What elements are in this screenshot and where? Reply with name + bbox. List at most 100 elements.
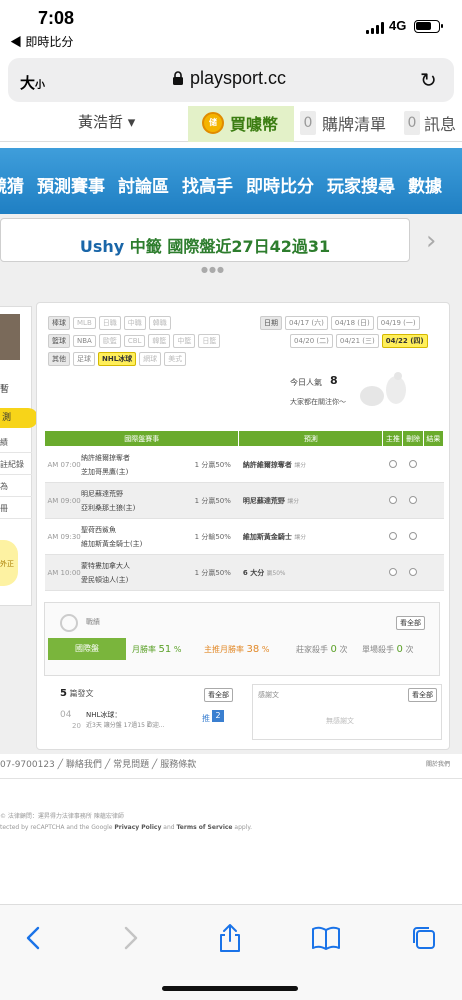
delete-radio[interactable]	[409, 567, 418, 576]
sidebar-item[interactable]: 為	[0, 476, 32, 497]
chevron-right-icon[interactable]: ›	[426, 226, 436, 256]
footer-links[interactable]: 07-9700123 ╱ 聯絡我們 ╱ 常見問題 ╱ 服務條款	[0, 757, 196, 770]
filter-tag[interactable]: 日職	[98, 316, 121, 330]
main-pick-radio[interactable]	[388, 567, 397, 576]
delete-cell	[402, 518, 424, 555]
back-to-app-link[interactable]: ◀ 即時比分	[10, 33, 73, 50]
stat-label: 月勝率	[132, 645, 156, 654]
filter-tag[interactable]: 歐籃	[98, 334, 121, 348]
main-pick-radio[interactable]	[388, 495, 397, 504]
nav-item[interactable]: 競猜	[0, 177, 24, 197]
main-pick-cell	[382, 554, 403, 591]
reload-icon[interactable]: ↻	[420, 68, 437, 92]
away-team: 聖荷西鯊魚	[80, 525, 116, 534]
filter-tag-active[interactable]: NHL冰球	[98, 352, 137, 366]
match-odds: 1 分輸50%	[182, 518, 239, 555]
date-tab-active[interactable]: 04/22 (四)	[381, 334, 428, 348]
nav-item[interactable]: 預測賽事	[37, 177, 105, 197]
post-summary[interactable]: 近3天 讓分盤 17過15 歡迎...	[86, 720, 165, 729]
post-day: 20	[72, 722, 81, 730]
about-us-link[interactable]: 關於我們	[426, 759, 450, 768]
main-pick-cell	[382, 518, 403, 555]
date-label: 日期	[260, 316, 282, 330]
main-pick-radio[interactable]	[388, 459, 397, 468]
user-menu[interactable]: 黃浩哲 ▾	[78, 111, 135, 132]
text-size-large: 大	[20, 75, 36, 92]
filter-tag[interactable]: 韓籃	[148, 334, 171, 348]
match-odds: 1 分贏50%	[182, 554, 239, 591]
home-team: 亞利桑那土狼(主)	[80, 503, 136, 512]
home-team: 芝加哥黑鷹(主)	[80, 467, 129, 476]
date-tab[interactable]: 04/20 (二)	[290, 334, 333, 348]
avatar[interactable]	[0, 314, 20, 360]
prediction-note: 讓分	[294, 462, 307, 469]
date-tab[interactable]: 04/18 (日)	[330, 316, 374, 330]
privacy-policy-link[interactable]: Privacy Policy	[114, 824, 161, 831]
record-see-all-button[interactable]: 看全部	[396, 616, 425, 630]
delete-radio[interactable]	[409, 495, 418, 504]
filter-tag[interactable]: 中職	[123, 316, 146, 330]
posts-title-text: 篇發文	[69, 689, 94, 698]
match-odds: 1 分贏50%	[182, 446, 239, 483]
posts-count: 5	[60, 688, 67, 699]
tabs-icon[interactable]	[408, 922, 440, 954]
sidebar-item-active[interactable]: 測	[0, 408, 38, 428]
cart-link[interactable]: 購牌清單	[322, 111, 386, 135]
nav-item[interactable]: 玩家搜尋	[327, 177, 395, 197]
main-pick-radio[interactable]	[388, 531, 397, 540]
table-row: AM 10:00 蒙特婁加拿大人 愛民頓油人(主) 1 分贏50% 6 大分 贏5…	[44, 554, 444, 591]
footer-divider	[0, 778, 462, 779]
filter-tag[interactable]: 美式	[164, 352, 187, 366]
filter-tag[interactable]: 網球	[139, 352, 162, 366]
ticker-user: Ushy	[79, 237, 125, 256]
filter-label: 棒球	[48, 316, 70, 330]
url-text[interactable]: playsport.cc	[190, 68, 286, 89]
thanks-see-all-button[interactable]: 看全部	[408, 688, 437, 702]
col-header-delete: 刪除	[402, 430, 424, 447]
sidebar-item[interactable]: 冊	[0, 498, 32, 519]
back-icon[interactable]	[18, 922, 50, 954]
share-icon[interactable]	[214, 922, 246, 954]
follow-text: 大家都在關注你～	[290, 398, 346, 406]
lightbulb-label: 外正	[0, 560, 14, 568]
thanks-title: 感謝文	[258, 691, 279, 699]
buy-coin-label[interactable]: 買噱幣	[230, 111, 278, 135]
filter-tag[interactable]: MLB	[73, 317, 96, 329]
bookmarks-icon[interactable]	[310, 922, 342, 954]
date-tab[interactable]: 04/21 (三)	[335, 334, 379, 348]
sidebar-item[interactable]: 註紀錄	[0, 454, 32, 475]
date-tab[interactable]: 04/19 (一)	[376, 316, 420, 330]
text-size-button[interactable]: 大小	[20, 72, 45, 93]
delete-radio[interactable]	[409, 531, 418, 540]
footer-recaptcha: tected by reCAPTCHA and the Google Priva…	[0, 824, 252, 831]
main-pick-cell	[382, 446, 403, 483]
ticker-text[interactable]: Ushy 中籤 國際盤近27日42過31	[0, 233, 410, 257]
record-tab-international[interactable]: 國際盤	[48, 638, 126, 660]
nav-item[interactable]: 即時比分	[246, 177, 314, 197]
posts-see-all-button[interactable]: 看全部	[204, 688, 233, 702]
filter-tag[interactable]: 日籃	[198, 334, 221, 348]
stat-value: 0	[396, 644, 403, 655]
match-teams: 聖荷西鯊魚 維加斯黃金騎士(主)	[80, 518, 183, 555]
match-time: AM 07:00	[44, 446, 81, 483]
filter-tag[interactable]: 韓職	[148, 316, 171, 330]
forward-icon[interactable]	[114, 922, 146, 954]
filter-tag[interactable]: 足球	[73, 352, 95, 366]
filter-tag[interactable]: 中籃	[173, 334, 196, 348]
nav-item[interactable]: 數據	[408, 177, 442, 197]
push-count-badge: 2	[212, 710, 224, 722]
messages-link[interactable]: 訊息	[424, 111, 456, 135]
delete-radio[interactable]	[409, 459, 418, 468]
post-title-link[interactable]: NHL冰球：	[86, 710, 121, 720]
main-pick-cell	[382, 482, 403, 519]
nav-item[interactable]: 找高手	[182, 177, 233, 197]
nav-item[interactable]: 討論區	[118, 177, 169, 197]
stat-unit: 次	[339, 645, 348, 654]
filter-tag[interactable]: NBA	[73, 335, 96, 347]
recaptcha-apply: apply.	[232, 824, 252, 831]
terms-link[interactable]: Terms of Service	[177, 824, 233, 831]
date-tab[interactable]: 04/17 (六)	[285, 316, 328, 330]
sidebar-item[interactable]: 績	[0, 432, 32, 453]
filter-tag[interactable]: CBL	[123, 335, 146, 347]
stat-label: 莊家殺手	[296, 645, 328, 654]
